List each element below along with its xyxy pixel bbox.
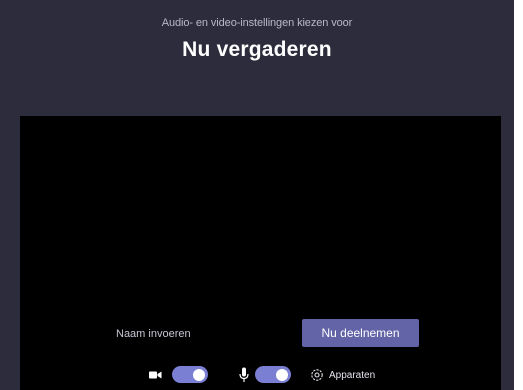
microphone-icon bbox=[239, 367, 249, 382]
prejoin-header: Audio- en video-instellingen kiezen voor… bbox=[0, 0, 514, 116]
microphone-toggle-knob bbox=[276, 368, 288, 381]
join-now-button[interactable]: Nu deelnemen bbox=[302, 319, 419, 347]
meeting-title: Nu vergaderen bbox=[182, 38, 332, 61]
name-input[interactable] bbox=[116, 321, 286, 347]
camera-toggle-knob bbox=[193, 368, 205, 381]
camera-toggle[interactable] bbox=[172, 366, 208, 383]
microphone-toggle[interactable] bbox=[255, 366, 291, 383]
video-preview: Nu deelnemen Ap bbox=[20, 116, 501, 390]
devices-label: Apparaten bbox=[329, 369, 376, 381]
devices-button[interactable]: Apparaten bbox=[310, 367, 375, 383]
device-controls: Apparaten bbox=[20, 360, 501, 390]
video-camera-icon bbox=[149, 371, 162, 379]
meeting-prejoin-screen: Audio- en video-instellingen kiezen voor… bbox=[0, 0, 514, 390]
gear-icon bbox=[311, 369, 323, 381]
prejoin-subtitle: Audio- en video-instellingen kiezen voor bbox=[161, 17, 353, 29]
